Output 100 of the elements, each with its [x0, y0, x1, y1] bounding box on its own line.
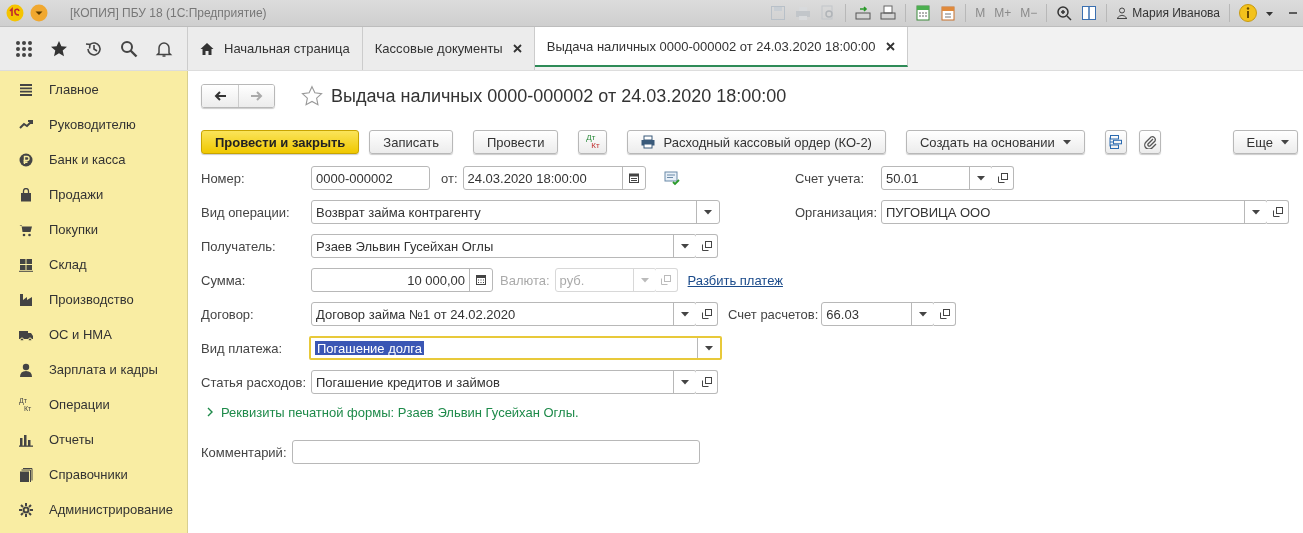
- caret-icon: [704, 209, 712, 215]
- calendar-icon[interactable]: [940, 5, 957, 21]
- sidebar-item[interactable]: Продажи: [0, 177, 187, 212]
- printer-icon: [641, 135, 656, 149]
- calculator-icon: [476, 275, 486, 285]
- expense-item-field[interactable]: Погашение кредитов и займов: [311, 370, 697, 394]
- bell-icon[interactable]: [154, 39, 173, 58]
- sidebar-label: Склад: [49, 257, 87, 272]
- comment-field[interactable]: [291, 440, 700, 464]
- open-button[interactable]: [696, 234, 718, 258]
- operation-field[interactable]: Возврат займа контрагенту: [311, 200, 720, 224]
- caret-icon: [640, 277, 649, 283]
- paperclip-icon: [1142, 135, 1157, 149]
- bar-chart-icon: [19, 432, 33, 447]
- attach-button[interactable]: [1138, 130, 1161, 154]
- panels-icon[interactable]: [1081, 5, 1098, 21]
- field-label: Вид платежа:: [201, 340, 284, 356]
- sidebar-label: Главное: [49, 82, 99, 97]
- open-button[interactable]: [1267, 200, 1289, 224]
- contract-field[interactable]: Договор займа №1 от 24.02.2020: [311, 302, 697, 326]
- toolbar-button[interactable]: Записать: [369, 130, 453, 154]
- payment-type-field[interactable]: Погашение долга: [309, 336, 722, 360]
- sidebar-label: Руководителю: [49, 117, 136, 132]
- print-details-group[interactable]: Реквизиты печатной формы: Рзаев Эльвин Гусейхан Оглы.: [221, 404, 579, 420]
- date-field[interactable]: 24.03.2020 18:00:00: [462, 166, 646, 190]
- gear-icon: [19, 502, 33, 517]
- create-based-on-button[interactable]: Создать на основании: [905, 130, 1085, 154]
- sidebar-item[interactable]: Справочники: [0, 457, 187, 492]
- zoom-icon[interactable]: [1056, 5, 1073, 21]
- toolbar-button[interactable]: Провести: [472, 130, 559, 154]
- cart-icon: [19, 222, 33, 237]
- info-icon[interactable]: [1239, 4, 1257, 22]
- field-label: Счет расчетов:: [728, 306, 819, 322]
- search-icon[interactable]: [119, 39, 138, 58]
- field-label: Вид операции:: [201, 204, 291, 220]
- sidebar-item[interactable]: Руководителю: [0, 107, 187, 142]
- document-title: Выдача наличных 0000-000002 от 24.03.2020 18:00:00: [331, 85, 787, 107]
- person-icon: [19, 362, 33, 377]
- open-button[interactable]: [934, 302, 957, 326]
- open-icon: [701, 377, 712, 387]
- document-check-icon[interactable]: [663, 170, 680, 186]
- open-icon: [661, 275, 672, 285]
- caret-icon: [1252, 209, 1260, 215]
- history-icon[interactable]: [84, 39, 103, 58]
- logo-icon[interactable]: [6, 4, 24, 22]
- close-icon[interactable]: [512, 44, 522, 53]
- number-field[interactable]: 0000-000002: [311, 166, 430, 190]
- back-arrow-icon: [213, 89, 227, 103]
- sidebar-item[interactable]: Главное: [0, 72, 187, 107]
- more-button[interactable]: Еще: [1232, 130, 1298, 154]
- tab[interactable]: Выдача наличных 0000-000002 от 24.03.2020 18:00:00: [534, 27, 908, 67]
- open-icon: [939, 309, 950, 319]
- sidebar-item[interactable]: Отчеты: [0, 422, 187, 457]
- print-button[interactable]: Расходный кассовый ордер (КО-2): [627, 130, 886, 154]
- tab[interactable]: Начальная страница: [188, 27, 363, 70]
- recipient-field[interactable]: Рзаев Эльвин Гусейхан Оглы: [311, 234, 697, 258]
- tray-arrow-icon[interactable]: [855, 5, 872, 21]
- caret-icon[interactable]: [1266, 9, 1274, 17]
- sidebar-item[interactable]: Администрирование: [0, 492, 187, 527]
- chevron-icon[interactable]: [205, 407, 215, 417]
- star-icon[interactable]: [49, 39, 68, 58]
- post-and-close-button[interactable]: Провести и закрыть: [201, 130, 360, 154]
- split-payment-link[interactable]: Разбить платеж: [687, 272, 783, 288]
- menu-caret-icon[interactable]: [30, 4, 48, 22]
- sidebar-item[interactable]: Покупки: [0, 212, 187, 247]
- minimize-icon[interactable]: [1289, 9, 1297, 17]
- hierarchy-icon: [1108, 135, 1123, 149]
- sidebar-label: Продажи: [49, 187, 104, 202]
- debit-credit-button[interactable]: Дт Кт: [578, 130, 608, 154]
- user-name[interactable]: Мария Иванова: [1132, 6, 1220, 20]
- settlement-account-field[interactable]: 66.03: [821, 302, 936, 326]
- back-button[interactable]: [202, 85, 238, 107]
- apps-icon[interactable]: [14, 39, 33, 58]
- open-button[interactable]: [992, 166, 1014, 190]
- tab-label: Начальная страница: [224, 41, 350, 56]
- sidebar-item[interactable]: Склад: [0, 247, 187, 282]
- sidebar-item[interactable]: Банк и касса: [0, 142, 187, 177]
- sidebar-item[interactable]: Зарплата и кадры: [0, 352, 187, 387]
- caret-icon: [919, 311, 928, 317]
- structure-button[interactable]: [1104, 130, 1127, 154]
- caret-icon: [705, 345, 713, 351]
- open-icon: [701, 241, 712, 251]
- caret-icon: [977, 175, 985, 181]
- open-button[interactable]: [696, 370, 718, 394]
- account-field[interactable]: 50.01: [881, 166, 993, 190]
- amount-field[interactable]: 10 000,00: [311, 268, 493, 292]
- sidebar-item[interactable]: Производство: [0, 282, 187, 317]
- open-button[interactable]: [696, 302, 718, 326]
- organization-field[interactable]: ПУГОВИЦА ООО: [881, 200, 1268, 224]
- factory-icon: [19, 292, 33, 307]
- close-icon[interactable]: [885, 41, 895, 51]
- sidebar-label: ОС и НМА: [49, 327, 112, 342]
- sidebar-item[interactable]: ОС и НМА: [0, 317, 187, 352]
- open-icon: [997, 173, 1008, 183]
- scanner-icon[interactable]: [880, 5, 897, 21]
- calculator-icon[interactable]: [915, 5, 932, 21]
- tab-label: Выдача наличных 0000-000002 от 24.03.2020 18:00:00: [546, 38, 876, 54]
- sidebar-label: Администрирование: [49, 502, 173, 517]
- star-icon[interactable]: [301, 85, 323, 107]
- tab[interactable]: Кассовые документы: [362, 27, 535, 70]
